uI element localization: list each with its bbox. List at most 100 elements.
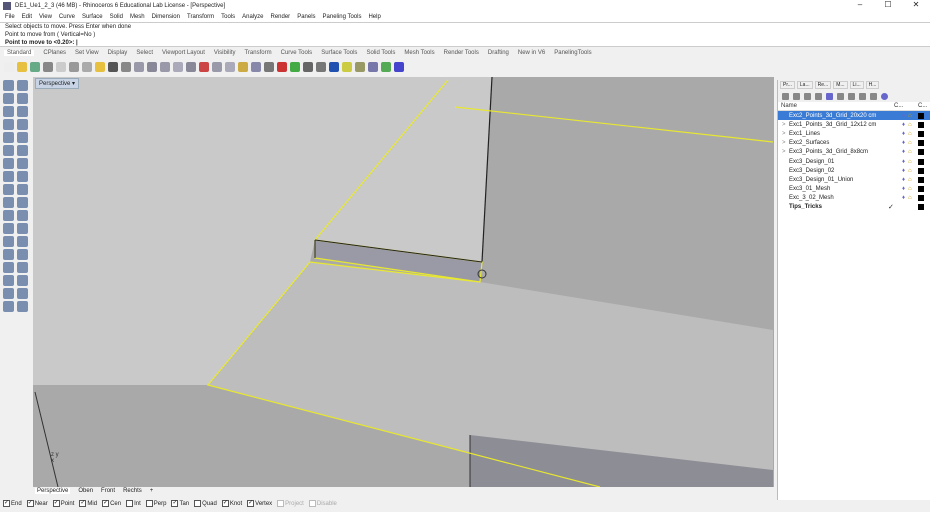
lock-icon[interactable]: ⌂ xyxy=(908,186,916,192)
toolbar-tab[interactable]: Render Tools xyxy=(444,50,479,56)
toolbar-button-icon[interactable] xyxy=(160,62,170,72)
layer-row[interactable]: Exc3_Design_01 ♦ ⌂ xyxy=(778,157,930,166)
layer-row[interactable]: > Exc3_Points_3d_Grid_8x8cm ♦ ⌂ xyxy=(778,148,930,157)
toolbar-tab[interactable]: Visibility xyxy=(214,50,236,56)
toolbar-button-icon[interactable] xyxy=(355,62,365,72)
menu-analyze[interactable]: Analyze xyxy=(242,14,263,20)
lock-icon[interactable]: ⌂ xyxy=(908,113,916,119)
toolbar-button-icon[interactable] xyxy=(134,62,144,72)
viewport-tab[interactable]: Front xyxy=(101,488,115,494)
left-tool-icon[interactable] xyxy=(17,106,28,117)
toolbar-button-icon[interactable] xyxy=(329,62,339,72)
checkbox[interactable]: ✓ xyxy=(221,500,229,507)
toolbar-button-icon[interactable] xyxy=(316,62,326,72)
expand-icon[interactable]: > xyxy=(782,122,789,128)
checkbox[interactable]: ✓ xyxy=(52,500,60,507)
command-prompt[interactable]: Point to move to <0.20>: | xyxy=(5,39,930,47)
layer-color-swatch[interactable] xyxy=(918,158,924,165)
menu-view[interactable]: View xyxy=(39,14,52,20)
toolbar-button-icon[interactable] xyxy=(17,62,27,72)
menu-transform[interactable]: Transform xyxy=(187,14,214,20)
toolbar-button-icon[interactable] xyxy=(147,62,157,72)
toolbar-tab[interactable]: CPlanes xyxy=(43,50,66,56)
panel-tab[interactable]: Li... xyxy=(849,81,864,89)
toolbar-button-icon[interactable] xyxy=(368,62,378,72)
left-tool-icon[interactable] xyxy=(17,236,28,247)
menu-panels[interactable]: Panels xyxy=(297,14,315,20)
toolbar-button-icon[interactable] xyxy=(212,62,222,72)
left-tool-icon[interactable] xyxy=(3,119,14,130)
toolbar-button-icon[interactable] xyxy=(290,62,300,72)
menu-solid[interactable]: Solid xyxy=(110,14,123,20)
layer-row[interactable]: > Exc1_Lines ♦ ⌂ xyxy=(778,129,930,138)
osnap-knot[interactable]: ✓ Knot xyxy=(221,500,242,507)
osnap-int[interactable]: Int xyxy=(126,500,141,507)
toolbar-button-icon[interactable] xyxy=(264,62,274,72)
toolbar-tab[interactable]: New in V6 xyxy=(518,50,545,56)
toolbar-tab[interactable]: Viewport Layout xyxy=(162,50,205,56)
left-tool-icon[interactable] xyxy=(17,249,28,260)
left-tool-icon[interactable] xyxy=(3,262,14,273)
osnap-cen[interactable]: ✓ Cen xyxy=(102,500,121,507)
layer-row[interactable]: Exc2_Points_3d_Grid_20x20 cm ♦ ⌂ xyxy=(778,111,930,121)
layer-color-swatch[interactable] xyxy=(918,130,924,137)
checkbox[interactable]: ✓ xyxy=(247,500,255,507)
menu-paneling-tools[interactable]: Paneling Tools xyxy=(323,14,362,20)
checkbox[interactable]: ✓ xyxy=(102,500,110,507)
left-tool-icon[interactable] xyxy=(17,93,28,104)
panel-tab[interactable]: Re... xyxy=(814,81,832,89)
toolbar-button-icon[interactable] xyxy=(225,62,235,72)
osnap-vertex[interactable]: ✓ Vertex xyxy=(247,500,272,507)
checkbox[interactable] xyxy=(308,500,316,507)
lock-icon[interactable]: ⌂ xyxy=(908,195,916,201)
perspective-viewport[interactable]: z yx xyxy=(33,77,774,487)
toolbar-button-icon[interactable] xyxy=(69,62,79,72)
left-tool-icon[interactable] xyxy=(3,171,14,182)
left-tool-icon[interactable] xyxy=(3,145,14,156)
left-tool-icon[interactable] xyxy=(17,184,28,195)
left-tool-icon[interactable] xyxy=(3,288,14,299)
layer-color-swatch[interactable] xyxy=(918,204,924,211)
expand-icon[interactable]: > xyxy=(782,131,789,137)
left-tool-icon[interactable] xyxy=(17,158,28,169)
left-tool-icon[interactable] xyxy=(17,145,28,156)
lock-icon[interactable]: ⌂ xyxy=(908,168,916,174)
toolbar-button-icon[interactable] xyxy=(4,62,14,72)
layer-row[interactable]: Exc3_Design_02 ♦ ⌂ xyxy=(778,166,930,175)
left-tool-icon[interactable] xyxy=(17,288,28,299)
checkbox[interactable]: ✓ xyxy=(26,500,34,507)
menu-surface[interactable]: Surface xyxy=(82,14,103,20)
left-tool-icon[interactable] xyxy=(17,80,28,91)
checkbox[interactable]: ✓ xyxy=(79,500,87,507)
expand-icon[interactable]: > xyxy=(782,140,789,146)
toolbar-button-icon[interactable] xyxy=(277,62,287,72)
toolbar-tab[interactable]: Display xyxy=(108,50,128,56)
left-tool-icon[interactable] xyxy=(17,119,28,130)
left-tool-icon[interactable] xyxy=(3,80,14,91)
toolbar-button-icon[interactable] xyxy=(199,62,209,72)
left-tool-icon[interactable] xyxy=(3,93,14,104)
layer-row[interactable]: Exc3_Design_01_Union ♦ ⌂ xyxy=(778,175,930,184)
left-tool-icon[interactable] xyxy=(17,171,28,182)
menu-help[interactable]: Help xyxy=(368,14,380,20)
left-tool-icon[interactable] xyxy=(3,301,14,312)
layer-color-swatch[interactable] xyxy=(918,195,924,202)
viewport-tab[interactable]: Perspective xyxy=(35,488,71,494)
panel-tab[interactable]: H... xyxy=(865,81,880,89)
left-tool-icon[interactable] xyxy=(17,275,28,286)
layer-color-swatch[interactable] xyxy=(918,167,924,174)
panel-tab[interactable]: M... xyxy=(833,81,848,89)
toolbar-tab[interactable]: Set View xyxy=(75,50,99,56)
checkbox[interactable] xyxy=(126,500,134,507)
toolbar-button-icon[interactable] xyxy=(251,62,261,72)
osnap-quad[interactable]: Quad xyxy=(194,500,217,507)
viewport-tab[interactable]: Rechts xyxy=(123,488,142,494)
lock-icon[interactable]: ⌂ xyxy=(908,149,916,155)
layer-color-swatch[interactable] xyxy=(918,121,924,128)
toolbar-button-icon[interactable] xyxy=(394,62,404,72)
checkbox[interactable] xyxy=(194,500,202,507)
left-tool-icon[interactable] xyxy=(3,106,14,117)
checkbox[interactable] xyxy=(277,500,285,507)
lock-icon[interactable]: ⌂ xyxy=(908,131,916,137)
menu-mesh[interactable]: Mesh xyxy=(130,14,145,20)
